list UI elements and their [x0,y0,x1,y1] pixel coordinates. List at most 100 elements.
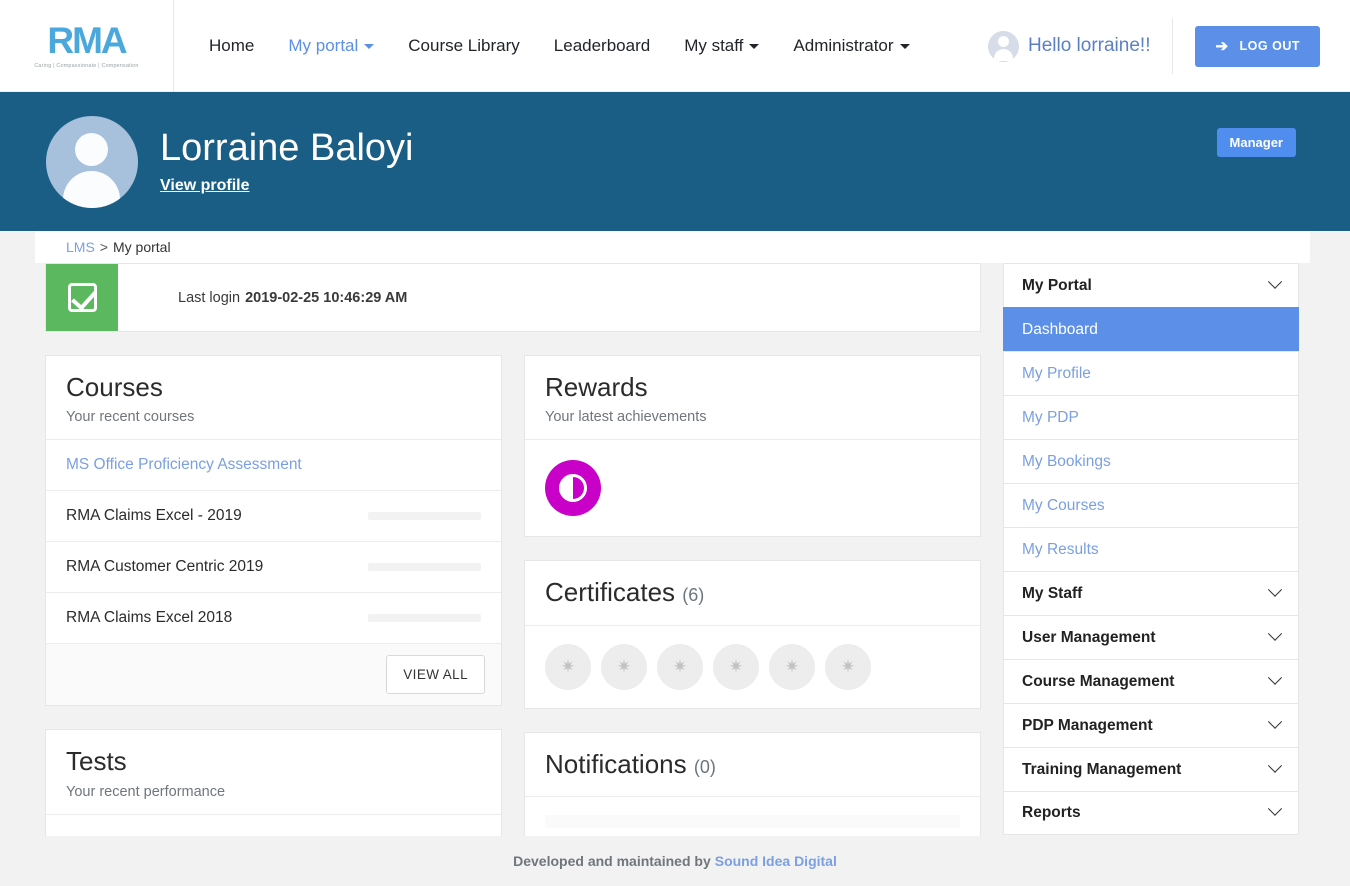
chevron-down-icon [1267,801,1283,816]
page-footer: Developed and maintained by Sound Idea D… [0,836,1350,886]
footer-link-sound-idea-digital[interactable]: Sound Idea Digital [715,853,837,869]
rewards-column: Rewards Your latest achievements Certifi… [524,355,981,855]
notifications-card: Notifications (0) [524,731,981,847]
course-progress-bar [368,563,481,572]
sidebar-item-my-profile[interactable]: My Profile [1003,351,1299,395]
nav-item-leaderboard[interactable]: Leaderboard [537,0,667,92]
sidebar-item-label: My PDP [1022,408,1079,426]
chevron-down-icon [1267,582,1283,597]
avatar [987,30,1019,62]
sidebar-section-label: Training Management [1022,760,1182,778]
course-progress-bar [368,614,481,623]
chevron-down-icon [1267,714,1283,729]
top-navigation-bar: RMA Caring | Compassionate | Compensatio… [0,0,1350,92]
breadcrumb-link-lms[interactable]: LMS [66,239,95,255]
last-login-banner: Last login 2019-02-25 10:46:29 AM [45,263,981,332]
breadcrumb-current: My portal [112,239,171,255]
contrast-circle-icon[interactable] [545,460,601,517]
nav-item-home[interactable]: Home [192,0,271,92]
course-name: RMA Claims Excel - 2019 [66,507,242,525]
course-name: MS Office Proficiency Assessment [66,456,302,474]
tests-subtitle: Your recent performance [66,783,226,800]
brand-tagline: Caring | Compassionate | Compensation [34,63,139,69]
nav-item-course-library[interactable]: Course Library [391,0,537,92]
certificate-star-icon[interactable]: ✷ [825,643,871,690]
nav-item-my-staff[interactable]: My staff [667,0,776,92]
list-item[interactable]: RMA Customer Centric 2019 [46,541,501,592]
main-left-column: Last login 2019-02-25 10:46:29 AM Course… [45,263,990,855]
sidebar-section-reports[interactable]: Reports [1003,791,1299,835]
nav-item-my-portal[interactable]: My portal [271,0,391,92]
notifications-title: Notifications (0) [545,748,960,779]
sidebar: My Portal Dashboard My Profile My PDP My… [1003,263,1299,835]
chevron-down-icon [364,43,375,49]
brand-logo-text: RMA [47,20,127,61]
certificate-star-icon[interactable]: ✷ [545,643,591,690]
sidebar-item-dashboard[interactable]: Dashboard [1003,307,1299,351]
nav-item-administrator[interactable]: Administrator [776,0,926,92]
list-item[interactable]: MS Office Proficiency Assessment [46,439,501,490]
greeting-text: Hello lorraine!! [1027,35,1151,56]
certificate-star-icon[interactable]: ✷ [601,643,647,690]
list-item[interactable]: RMA Claims Excel 2018 [46,592,501,643]
chevron-down-icon [1267,758,1283,773]
breadcrumb-separator: > [99,239,108,255]
sidebar-item-label: My Results [1022,540,1099,558]
sidebar-item-label: My Courses [1022,496,1105,514]
certificates-count: (6) [682,585,705,606]
chevron-down-icon [899,43,910,49]
sidebar-section-training-management[interactable]: Training Management [1003,747,1299,791]
sidebar-section-user-management[interactable]: User Management [1003,615,1299,659]
chevron-down-icon [749,43,760,49]
certificate-star-icon[interactable]: ✷ [657,643,703,690]
sidebar-section-my-portal[interactable]: My Portal [1003,263,1299,307]
main-content: Last login 2019-02-25 10:46:29 AM Course… [35,263,1310,886]
certificates-card: Certificates (6) ✷ ✷ ✷ ✷ ✷ ✷ [524,560,981,709]
brand-logo[interactable]: RMA Caring | Compassionate | Compensatio… [0,0,174,92]
courses-title: Courses [66,372,163,402]
certificate-star-icon[interactable]: ✷ [713,643,759,690]
rewards-title: Rewards [545,372,648,402]
course-name: RMA Customer Centric 2019 [66,558,264,576]
nav-item-label: My staff [684,35,744,55]
sidebar-item-my-bookings[interactable]: My Bookings [1003,439,1299,483]
view-profile-link[interactable]: View profile [160,177,250,195]
chevron-down-icon [1267,626,1283,641]
sidebar-section-label: My Staff [1022,584,1083,602]
footer-text: Developed and maintained by [513,853,711,869]
sidebar-section-pdp-management[interactable]: PDP Management [1003,703,1299,747]
sidebar-section-label: User Management [1022,628,1156,646]
profile-avatar [46,115,138,208]
sidebar-item-my-results[interactable]: My Results [1003,527,1299,571]
sidebar-item-my-pdp[interactable]: My PDP [1003,395,1299,439]
sidebar-section-label: Course Management [1022,672,1175,690]
certificate-star-icon[interactable]: ✷ [769,643,815,690]
chevron-down-icon [1267,274,1283,289]
nav-user-area: Hello lorraine!! ➔ LOG OUT [987,0,1350,92]
status-badge[interactable]: Manager [1216,128,1296,157]
rewards-card: Rewards Your latest achievements [524,355,981,538]
sidebar-section-label: PDP Management [1022,716,1153,734]
notifications-placeholder [545,814,960,828]
courses-subtitle: Your recent courses [66,409,195,426]
certificates-title-text: Certificates [545,577,676,608]
courses-card: Courses Your recent courses MS Office Pr… [45,355,502,707]
sidebar-item-label: Dashboard [1022,320,1098,338]
view-all-courses-button[interactable]: VIEW ALL [386,655,485,695]
logout-button[interactable]: ➔ LOG OUT [1195,25,1320,67]
page-title: Lorraine Baloyi [160,127,414,170]
list-item[interactable]: RMA Claims Excel - 2019 [46,490,501,541]
sidebar-section-my-staff[interactable]: My Staff [1003,571,1299,615]
course-progress-bar [368,512,481,521]
user-greeting[interactable]: Hello lorraine!! [987,18,1174,74]
sidebar-section-course-management[interactable]: Course Management [1003,659,1299,703]
sidebar-item-my-courses[interactable]: My Courses [1003,483,1299,527]
sidebar-item-label: My Bookings [1022,452,1111,470]
sidebar-section-label: Reports [1022,804,1081,821]
last-login-label: Last login [178,289,241,306]
nav-item-label: Administrator [793,35,894,55]
nav-item-label: Home [209,35,255,55]
courses-column: Courses Your recent courses MS Office Pr… [45,355,502,855]
notifications-title-text: Notifications [545,748,687,779]
nav-item-label: My portal [288,35,359,55]
